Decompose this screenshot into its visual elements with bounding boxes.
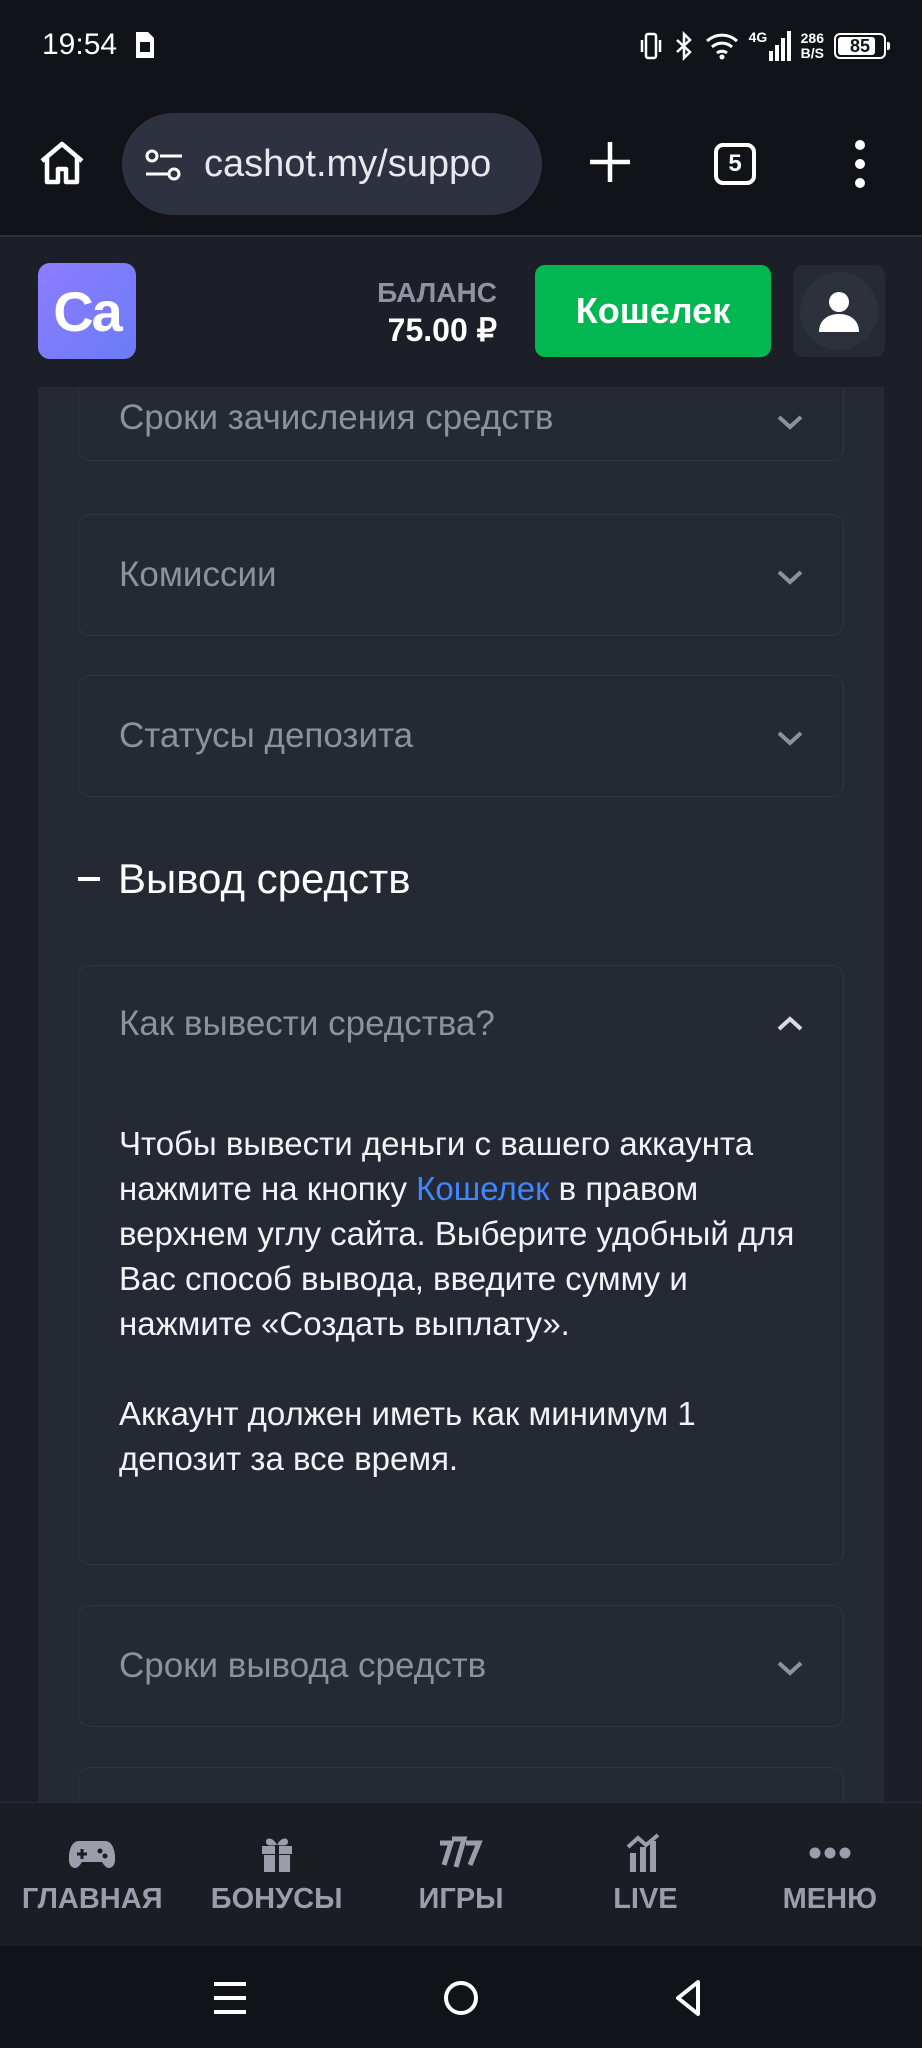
balance-value: 75.00 ₽ (387, 312, 497, 348)
faq-answer: Чтобы вывести деньги с вашего аккаунта н… (119, 1125, 795, 1477)
site-logo[interactable]: Ca (38, 263, 136, 359)
status-bar: 19:54 4G 286 B/S 85 (0, 0, 922, 95)
user-icon (819, 292, 859, 332)
new-tab-icon[interactable] (588, 140, 632, 184)
chevron-up-icon (777, 1016, 803, 1031)
nav-item-menu[interactable]: МЕНЮ (738, 1803, 922, 1946)
status-time: 19:54 (42, 28, 118, 61)
wallet-link[interactable]: Кошелек (416, 1170, 549, 1207)
profile-button[interactable] (793, 265, 885, 357)
bottom-nav: ГЛАВНАЯ БОНУСЫ ИГРЫ LIVE МЕНЮ (0, 1802, 922, 1946)
battery-icon: 85 (834, 33, 890, 59)
bluetooth-icon (675, 31, 692, 61)
status-icons: 4G 286 B/S 85 (639, 26, 890, 66)
faq-item-title: Как вывести средства? (119, 1004, 495, 1043)
tab-switcher-button[interactable]: 5 (714, 143, 756, 185)
url-text[interactable]: cashot.my/suppo (204, 143, 534, 186)
nav-item-live[interactable]: LIVE (553, 1803, 737, 1946)
gamepad-icon (69, 1841, 116, 1868)
network-speed: 286 B/S (800, 30, 824, 61)
chevron-down-icon (777, 570, 803, 585)
site-settings-icon[interactable] (144, 145, 184, 185)
faq-item-title: Статусы депозита (119, 716, 414, 755)
browser-menu-icon[interactable] (850, 139, 870, 189)
minus-icon (78, 876, 100, 881)
section-title-withdrawal[interactable]: Вывод средств (78, 855, 411, 903)
site-header: Ca БАЛАНС 75.00 ₽ Кошелек (0, 237, 922, 387)
live-chart-icon (627, 1833, 660, 1872)
slots-777-icon (440, 1836, 483, 1868)
faq-item-deposit-timing[interactable]: Сроки зачисления средств (78, 387, 844, 461)
gift-icon (261, 1838, 292, 1872)
wifi-icon (705, 33, 738, 60)
browser-toolbar: cashot.my/suppo 5 (0, 95, 922, 237)
faq-item-deposit-statuses[interactable]: Статусы депозита (78, 675, 844, 797)
balance-label: БАЛАНС (377, 277, 497, 308)
vibrate-icon (640, 32, 661, 60)
address-bar[interactable]: cashot.my/suppo (122, 113, 542, 215)
nav-item-games[interactable]: ИГРЫ (369, 1803, 553, 1946)
recent-apps-icon[interactable] (208, 1976, 252, 2020)
more-dots-icon (809, 1847, 851, 1859)
faq-item-how-to-withdraw[interactable]: Как вывести средства? Чтобы вывести день… (78, 965, 844, 1565)
faq-item-title: Сроки вывода средств (119, 1646, 487, 1685)
nav-item-home[interactable]: ГЛАВНАЯ (0, 1803, 184, 1946)
wallet-button[interactable]: Кошелек (535, 265, 771, 357)
chevron-down-icon (777, 1661, 803, 1676)
system-nav-bar (0, 1946, 922, 2048)
battery-level: 85 (849, 35, 871, 56)
system-home-icon[interactable] (439, 1976, 483, 2020)
cell-signal-icon: 4G (749, 29, 791, 63)
nav-item-bonuses[interactable]: БОНУСЫ (184, 1803, 368, 1946)
faq-item-title: Комиссии (119, 555, 277, 594)
chevron-down-icon (777, 731, 803, 746)
faq-item-withdrawal-timing[interactable]: Сроки вывода средств (78, 1605, 844, 1727)
faq-item-title: Сроки зачисления средств (119, 398, 554, 437)
home-icon[interactable] (36, 137, 88, 189)
faq-panel: Сроки зачисления средств Комиссии Статус… (38, 387, 884, 1802)
chevron-down-icon (777, 415, 803, 430)
sim-card-icon (136, 32, 154, 58)
back-icon[interactable] (668, 1976, 712, 2020)
faq-item-fees[interactable]: Комиссии (78, 514, 844, 636)
faq-item-next[interactable] (78, 1767, 844, 1802)
